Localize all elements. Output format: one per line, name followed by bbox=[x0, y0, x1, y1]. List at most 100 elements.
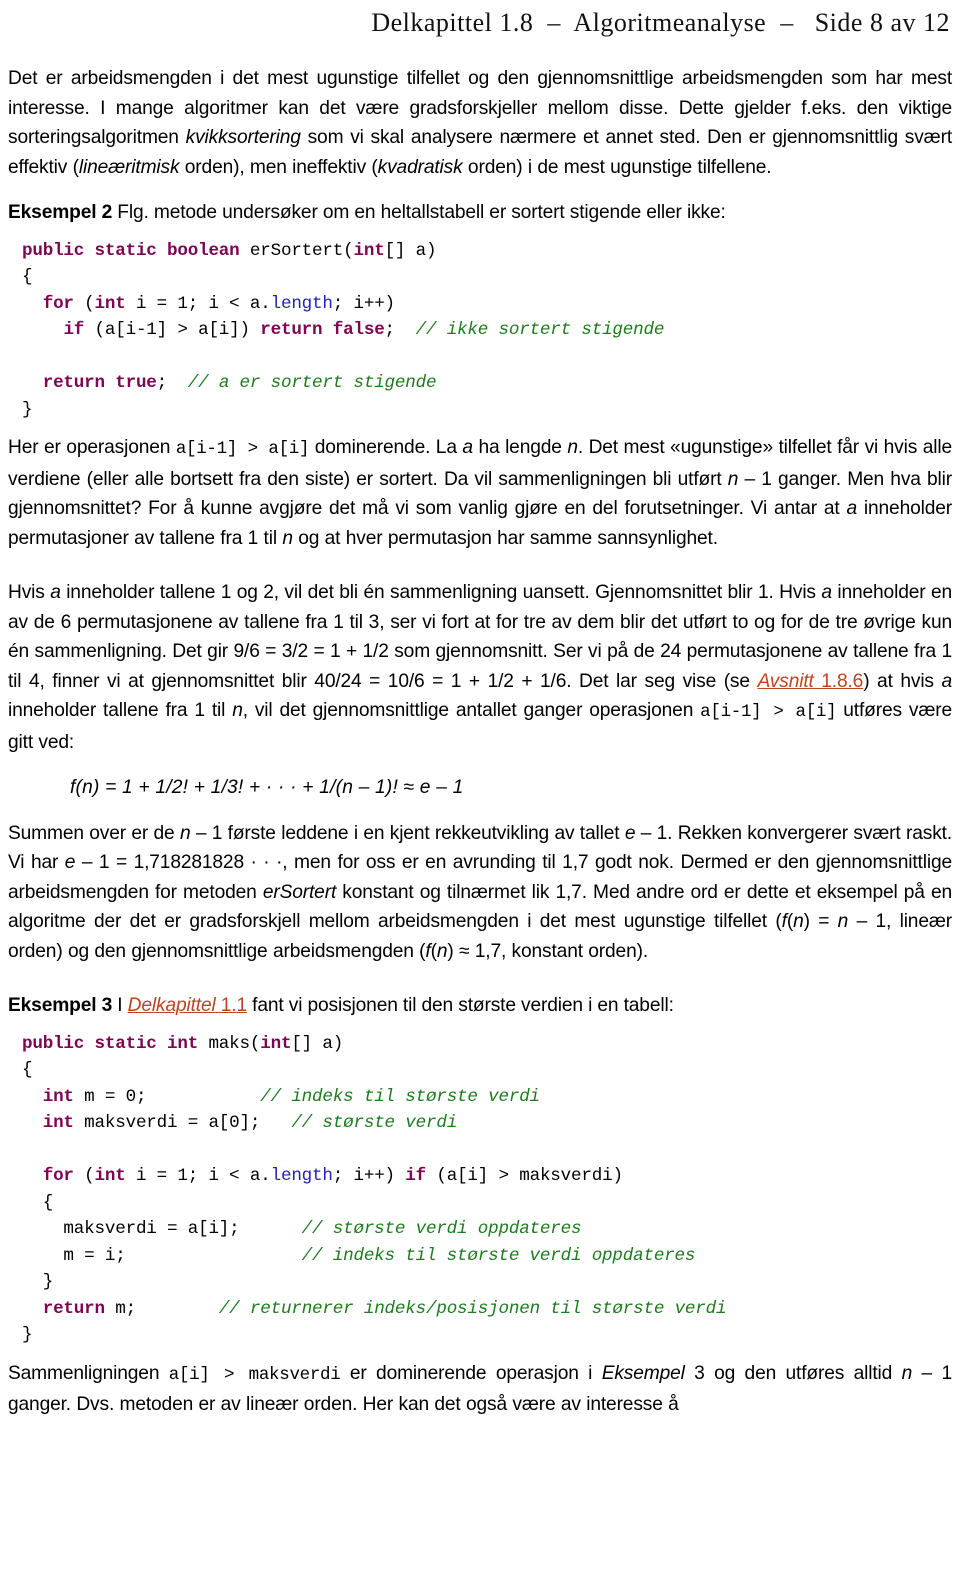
code-text: m; bbox=[104, 1298, 219, 1319]
code-text: } bbox=[22, 1325, 33, 1345]
code-comment: // største verdi bbox=[291, 1113, 458, 1133]
text-run: ) = bbox=[803, 911, 838, 932]
text-run: ) ≈ 1,7, konstant orden). bbox=[447, 940, 649, 962]
code-text: (a[i-1] > a[i]) bbox=[84, 320, 261, 340]
emphasis-kvikksortering: kvikksortering bbox=[185, 127, 301, 148]
code-comment: // returnerer indeks/posisjonen til stør… bbox=[218, 1298, 727, 1319]
code-text: { bbox=[22, 267, 33, 287]
paragraph-intro: Det er arbeidsmengden i det mest ugunsti… bbox=[8, 64, 952, 182]
emphasis-linearitmisk: lineæritmisk bbox=[78, 156, 180, 178]
link-avsnitt-1-8-6[interactable]: Avsnitt 1.8.6 bbox=[758, 671, 864, 692]
example-2-label: Eksempel 2 bbox=[8, 202, 113, 223]
emphasis-a: a bbox=[821, 582, 832, 603]
code-text: ; bbox=[156, 373, 188, 393]
code-line: return true; // a er sortert stigende bbox=[22, 370, 952, 397]
text-run: ) at hvis bbox=[863, 670, 942, 692]
code-text: } bbox=[22, 399, 33, 420]
code-keyword: return true bbox=[42, 373, 157, 393]
code-keyword: for bbox=[42, 1166, 74, 1186]
page-header: Delkapittel 1.8 – Algoritmeanalyse – Sid… bbox=[371, 8, 950, 37]
code-text: m = i; bbox=[22, 1245, 302, 1266]
code-text: maksverdi = a[0]; bbox=[73, 1113, 292, 1133]
code-comment: // indeks til største verdi oppdateres bbox=[301, 1245, 696, 1266]
text-run: orden), men ineffektiv ( bbox=[179, 156, 378, 178]
emphasis-e: e bbox=[64, 852, 76, 873]
code-comment: // største verdi oppdateres bbox=[301, 1219, 582, 1239]
code-line: { bbox=[22, 1057, 952, 1084]
code-text: ; bbox=[384, 320, 416, 340]
code-text: i = 1; i < a. bbox=[125, 293, 271, 314]
code-line: } bbox=[22, 1269, 952, 1296]
link-label: Avsnitt bbox=[757, 670, 814, 692]
emphasis-n: n bbox=[436, 940, 448, 962]
code-field: length bbox=[270, 293, 333, 314]
emphasis-a: a bbox=[846, 498, 857, 519]
code-block-maks: public static int maks(int[] a){ int m =… bbox=[8, 1031, 952, 1349]
code-text: { bbox=[22, 1060, 33, 1080]
emphasis-n: n bbox=[232, 700, 243, 721]
text-run: og at hver permutasjon har samme sannsyn… bbox=[292, 527, 718, 549]
code-keyword: int bbox=[353, 240, 385, 261]
code-line: maksverdi = a[i]; // største verdi oppda… bbox=[22, 1216, 952, 1243]
code-line: { bbox=[22, 1190, 952, 1217]
code-keyword: return bbox=[42, 1298, 105, 1319]
text-run: fant vi posisjonen til den største verdi… bbox=[247, 995, 674, 1016]
code-keyword: if bbox=[63, 320, 85, 340]
paragraph-rekkeutvikling: Summen over er de n – 1 første leddene i… bbox=[8, 819, 952, 967]
code-comment: // a er sortert stigende bbox=[187, 373, 437, 393]
code-comment: // ikke sortert stigende bbox=[415, 320, 665, 340]
emphasis-kvadratisk: kvadratisk bbox=[377, 156, 463, 178]
text-run: inneholder tallene fra 1 til bbox=[8, 700, 233, 721]
link-number: 1.8.6 bbox=[813, 670, 864, 692]
code-keyword: int bbox=[42, 1086, 74, 1107]
example-3-label: Eksempel 3 bbox=[8, 995, 113, 1016]
text-run: Her er operasjonen bbox=[8, 437, 176, 458]
formula-fn: f(n) = 1 + 1/2! + 1/3! + · · · + 1/(n – … bbox=[8, 773, 952, 803]
code-text: ; i++) bbox=[332, 1166, 406, 1186]
code-line: if (a[i-1] > a[i]) return false; // ikke… bbox=[22, 317, 952, 344]
emphasis-n: n bbox=[567, 437, 578, 458]
code-text: maks( bbox=[208, 1033, 261, 1054]
emphasis-n: n bbox=[901, 1362, 913, 1384]
code-line: int m = 0; // indeks til største verdi bbox=[22, 1084, 952, 1111]
code-field: length bbox=[270, 1166, 333, 1186]
text-run: I bbox=[112, 995, 128, 1016]
text-run: orden) i de mest ugunstige tilfellene. bbox=[462, 156, 772, 178]
code-text: [] a) bbox=[384, 240, 437, 261]
paragraph-sammenligningen: Sammenligningen a[i] > maksverdi er domi… bbox=[8, 1359, 952, 1420]
example-2-text: Flg. metode undersøker om en heltallstab… bbox=[112, 202, 726, 223]
code-keyword: int bbox=[260, 1033, 292, 1054]
text-run: Hvis bbox=[8, 582, 51, 603]
emphasis-n: n bbox=[179, 822, 191, 844]
code-line: return m; // returnerer indeks/posisjone… bbox=[22, 1296, 952, 1323]
inline-code: a[i-1] > a[i] bbox=[700, 702, 837, 722]
code-line: for (int i = 1; i < a.length; i++) bbox=[22, 291, 952, 318]
code-text: maksverdi = a[i]; bbox=[22, 1219, 302, 1239]
code-text: { bbox=[22, 1192, 54, 1213]
code-keyword: int bbox=[94, 1166, 126, 1186]
text-run: – 1 første leddene i en kjent rekkeutvik… bbox=[190, 822, 625, 844]
document-page: Delkapittel 1.8 – Algoritmeanalyse – Sid… bbox=[0, 0, 960, 1584]
code-keyword: if bbox=[405, 1166, 426, 1186]
code-text: i = 1; i < a. bbox=[125, 1166, 271, 1186]
emphasis-ersortert: erSortert bbox=[262, 881, 337, 903]
emphasis-e: e bbox=[624, 822, 636, 844]
formula-text: f(n) = 1 + 1/2! + 1/3! + · · · + 1/(n – … bbox=[70, 777, 464, 798]
link-delkapittel-1-1[interactable]: Delkapittel 1.1 bbox=[128, 995, 247, 1016]
code-line: { bbox=[22, 264, 952, 291]
inline-code: a[i-1] > a[i] bbox=[175, 439, 310, 459]
